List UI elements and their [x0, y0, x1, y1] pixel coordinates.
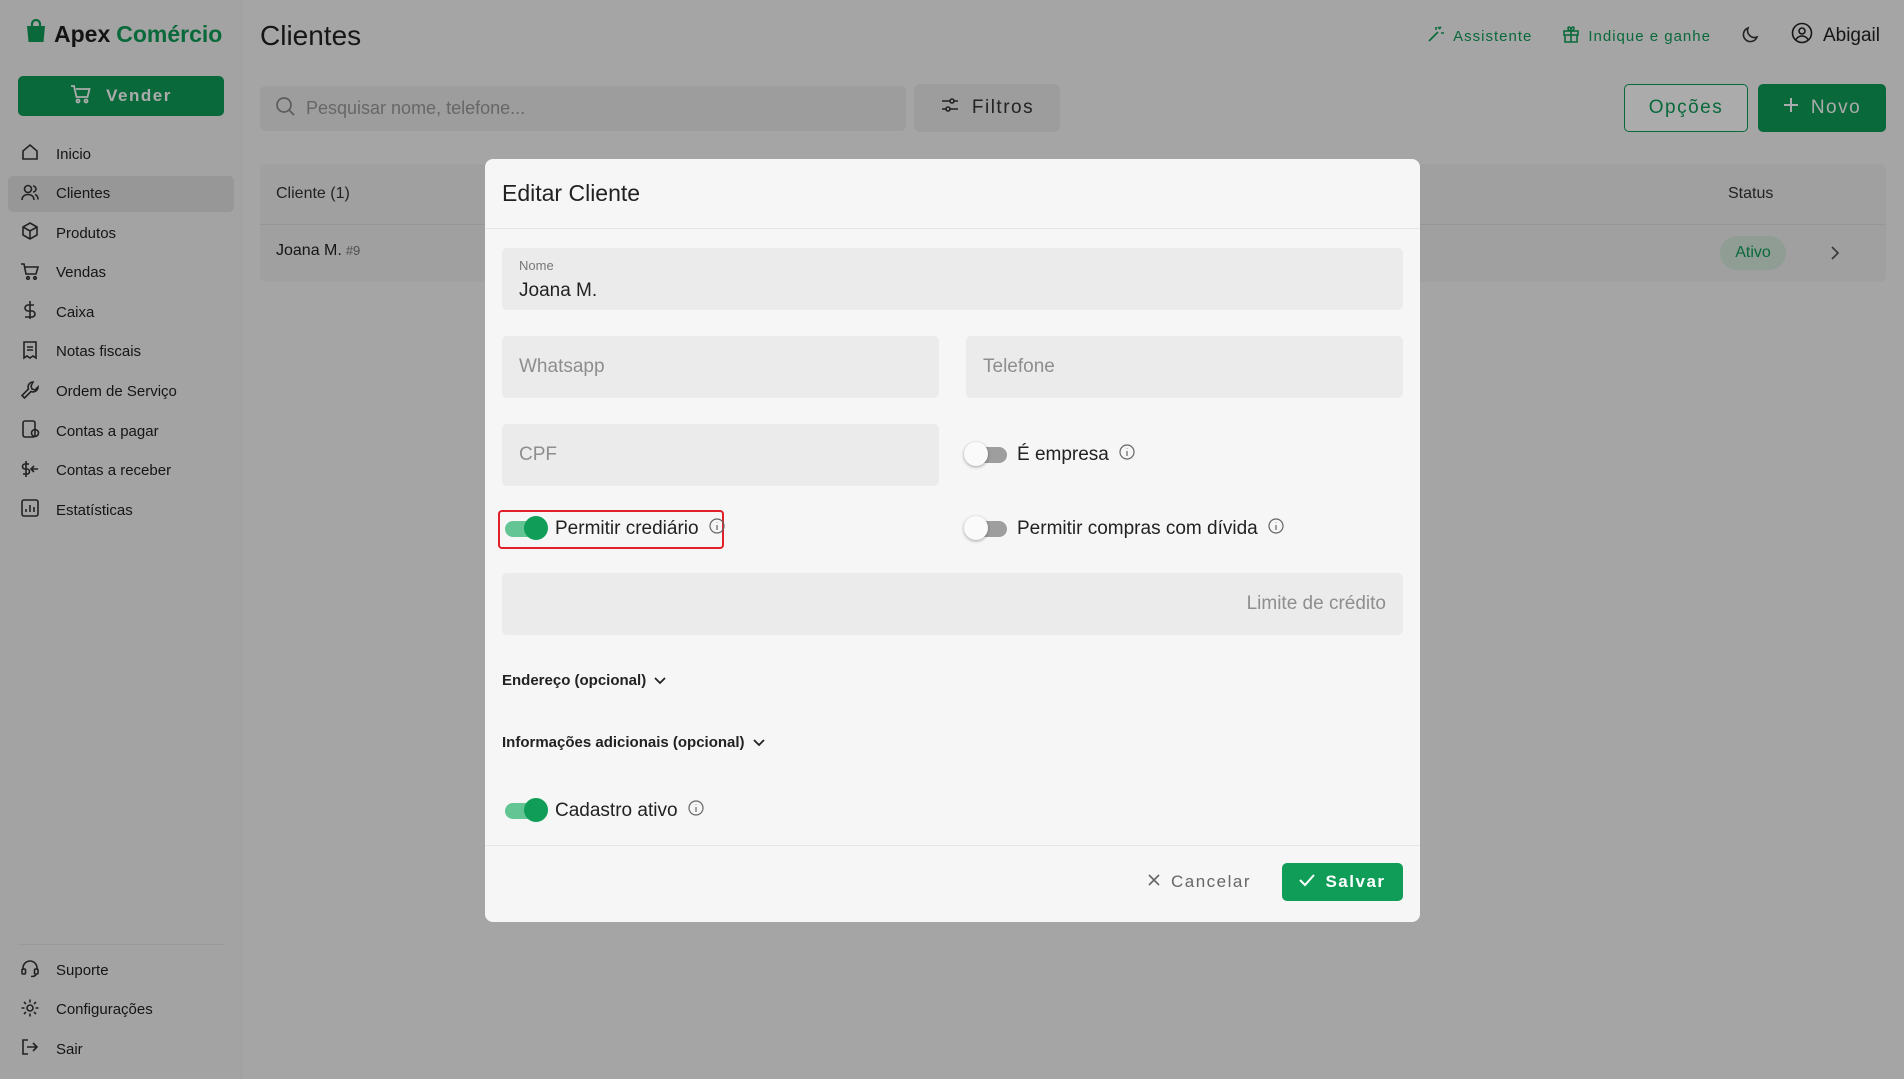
info-icon[interactable] — [1119, 444, 1135, 466]
address-section-label: Endereço (opcional) — [502, 672, 647, 689]
address-section-toggle[interactable]: Endereço (opcional) — [502, 672, 666, 689]
additional-info-section-label: Informações adicionais (opcional) — [502, 734, 745, 751]
cancel-label: Cancelar — [1171, 872, 1252, 891]
save-button[interactable]: Salvar — [1282, 863, 1403, 901]
additional-info-section-toggle[interactable]: Informações adicionais (opcional) — [502, 734, 765, 751]
modal-footer: Cancelar Salvar — [485, 845, 1420, 922]
name-field-value: Joana M. — [519, 280, 598, 301]
modal-header: Editar Cliente — [485, 159, 1420, 229]
allow-credit-switch[interactable] — [505, 516, 548, 540]
cancel-button[interactable]: Cancelar — [1147, 863, 1251, 901]
allow-debt-label: Permitir compras com dívida — [1017, 518, 1258, 539]
save-label: Salvar — [1325, 872, 1386, 891]
phone-placeholder: Telefone — [983, 356, 1055, 377]
edit-client-modal: Editar Cliente Nome Joana M. Whatsapp Te… — [485, 159, 1420, 922]
is-company-switch[interactable] — [964, 442, 1007, 466]
chevron-down-icon — [752, 734, 765, 751]
allow-credit-toggle-row: Permitir crediário — [505, 516, 725, 540]
phone-field[interactable]: Telefone — [966, 336, 1403, 398]
active-record-toggle-row: Cadastro ativo — [505, 798, 704, 822]
is-company-label: É empresa — [1017, 444, 1109, 465]
allow-debt-toggle-row: Permitir compras com dívida — [964, 516, 1284, 540]
allow-debt-switch[interactable] — [964, 516, 1007, 540]
whatsapp-field[interactable]: Whatsapp — [502, 336, 939, 398]
name-field[interactable]: Nome Joana M. — [502, 248, 1403, 310]
whatsapp-placeholder: Whatsapp — [519, 356, 605, 377]
allow-credit-label: Permitir crediário — [555, 518, 699, 539]
info-icon[interactable] — [708, 518, 725, 540]
cpf-field[interactable]: CPF — [502, 424, 939, 486]
credit-limit-placeholder: Limite de crédito — [1246, 593, 1386, 614]
info-icon[interactable] — [1268, 518, 1284, 540]
check-icon — [1299, 872, 1316, 892]
is-company-toggle-row: É empresa — [964, 442, 1135, 466]
info-icon[interactable] — [687, 800, 704, 822]
close-icon — [1147, 872, 1161, 892]
chevron-down-icon — [654, 672, 666, 689]
credit-limit-field[interactable]: Limite de crédito — [502, 573, 1403, 635]
modal-title: Editar Cliente — [502, 180, 641, 206]
name-field-label: Nome — [519, 258, 554, 273]
active-record-label: Cadastro ativo — [555, 800, 678, 821]
cpf-placeholder: CPF — [519, 444, 557, 465]
active-record-switch[interactable] — [505, 798, 548, 822]
